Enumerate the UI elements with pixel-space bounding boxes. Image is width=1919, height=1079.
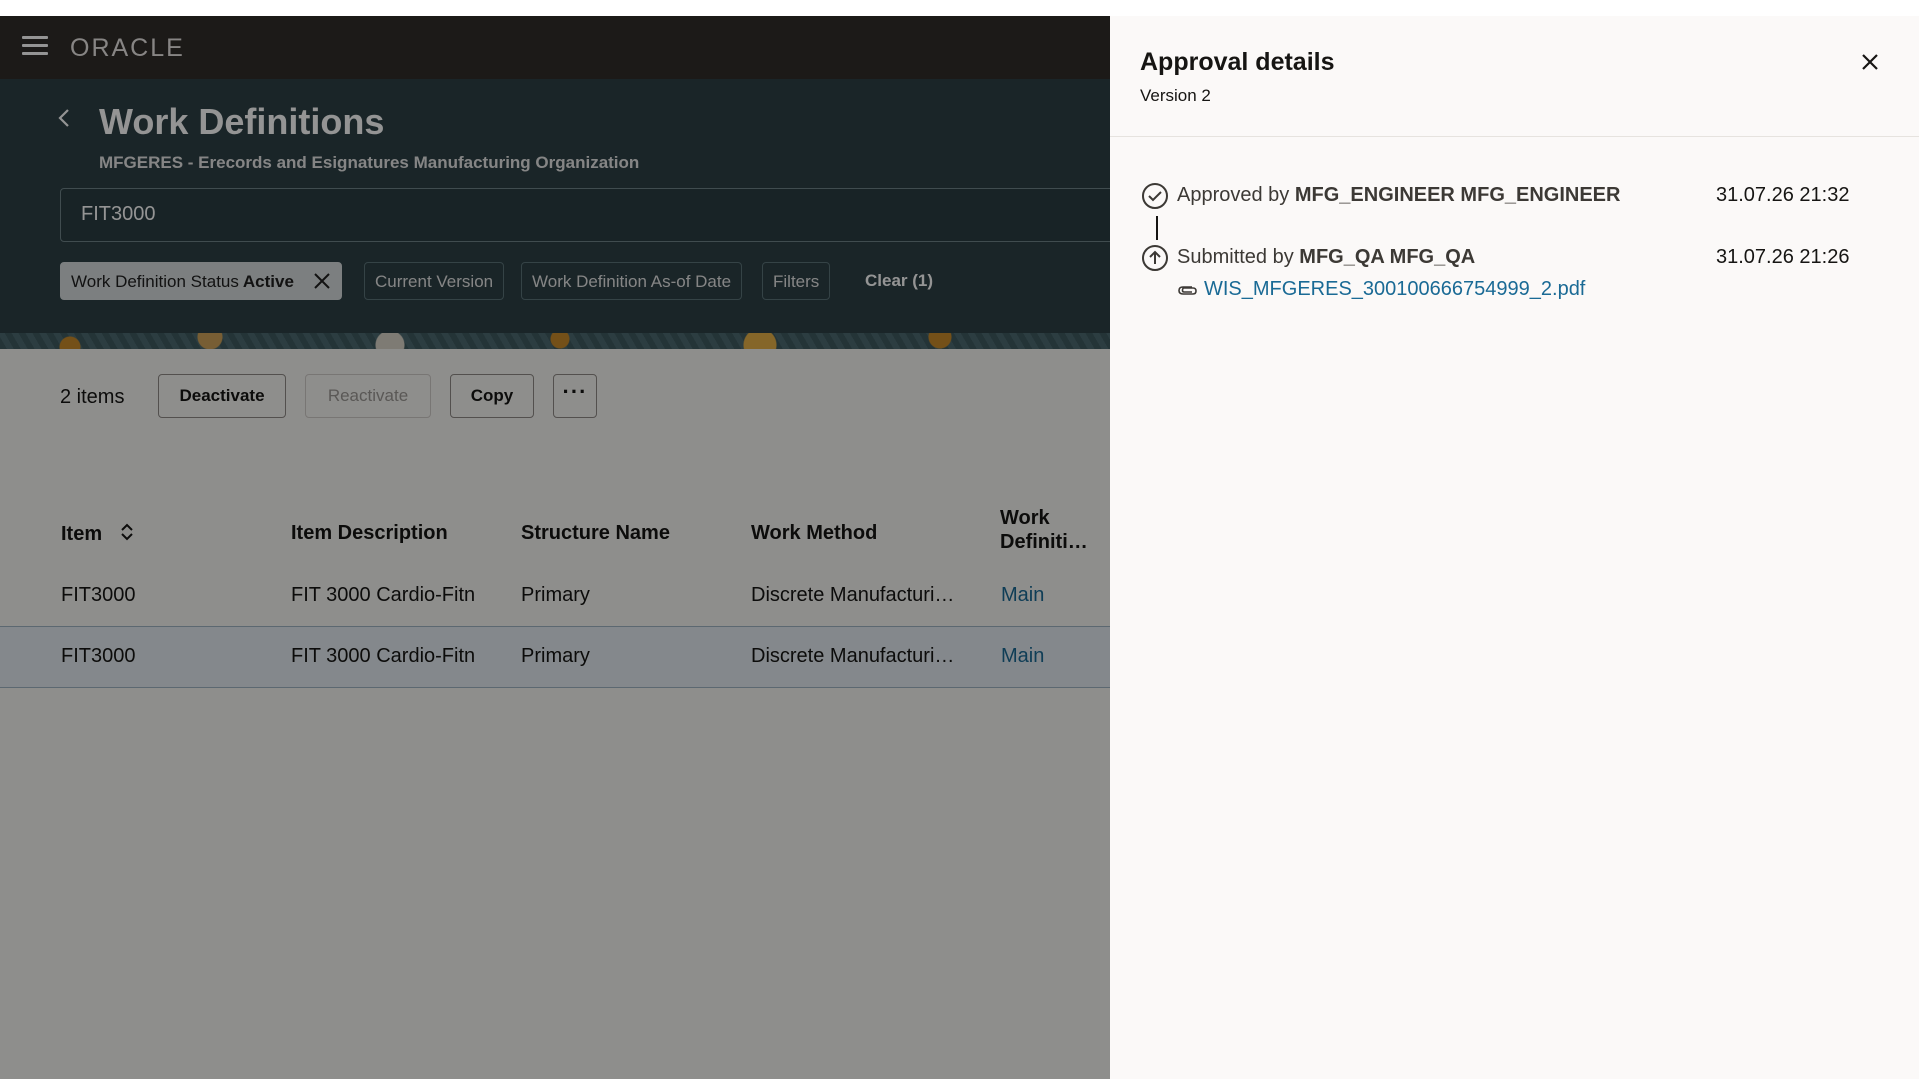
paperclip-icon [1178,286,1197,295]
submit-event-text: Submitted by MFG_QA MFG_QA [1177,246,1475,269]
event-time: 31.07.26 21:32 [1716,184,1850,206]
modal-overlay[interactable] [0,16,1110,1079]
timeline-connector [1156,216,1158,240]
drawer-subtitle: Version 2 [1140,86,1211,105]
attachment-filename: WIS_MFGERES_300100666754999_2.pdf [1204,278,1586,300]
event-user: MFG_ENGINEER MFG_ENGINEER [1294,184,1621,206]
event-action: Approved by [1177,184,1290,206]
event-user: MFG_QA MFG_QA [1299,246,1476,268]
close-icon[interactable] [1858,50,1882,74]
attachment-link[interactable]: WIS_MFGERES_300100666754999_2.pdf [1176,278,1585,301]
drawer-header: Approval details Version 2 [1110,16,1919,137]
event-action: Submitted by [1177,246,1294,268]
event-time: 31.07.26 21:26 [1716,246,1850,268]
work-definitions-page: ORACLE Work Definitions MFGERES - Erecor… [0,16,1110,1079]
drawer-title: Approval details [1140,48,1335,76]
approval-details-drawer: Approval details Version 2 Approved by M… [1110,16,1919,1079]
upload-circle-icon [1142,245,1168,271]
check-circle-icon [1142,183,1168,209]
approval-event-text: Approved by MFG_ENGINEER MFG_ENGINEER [1177,184,1620,207]
